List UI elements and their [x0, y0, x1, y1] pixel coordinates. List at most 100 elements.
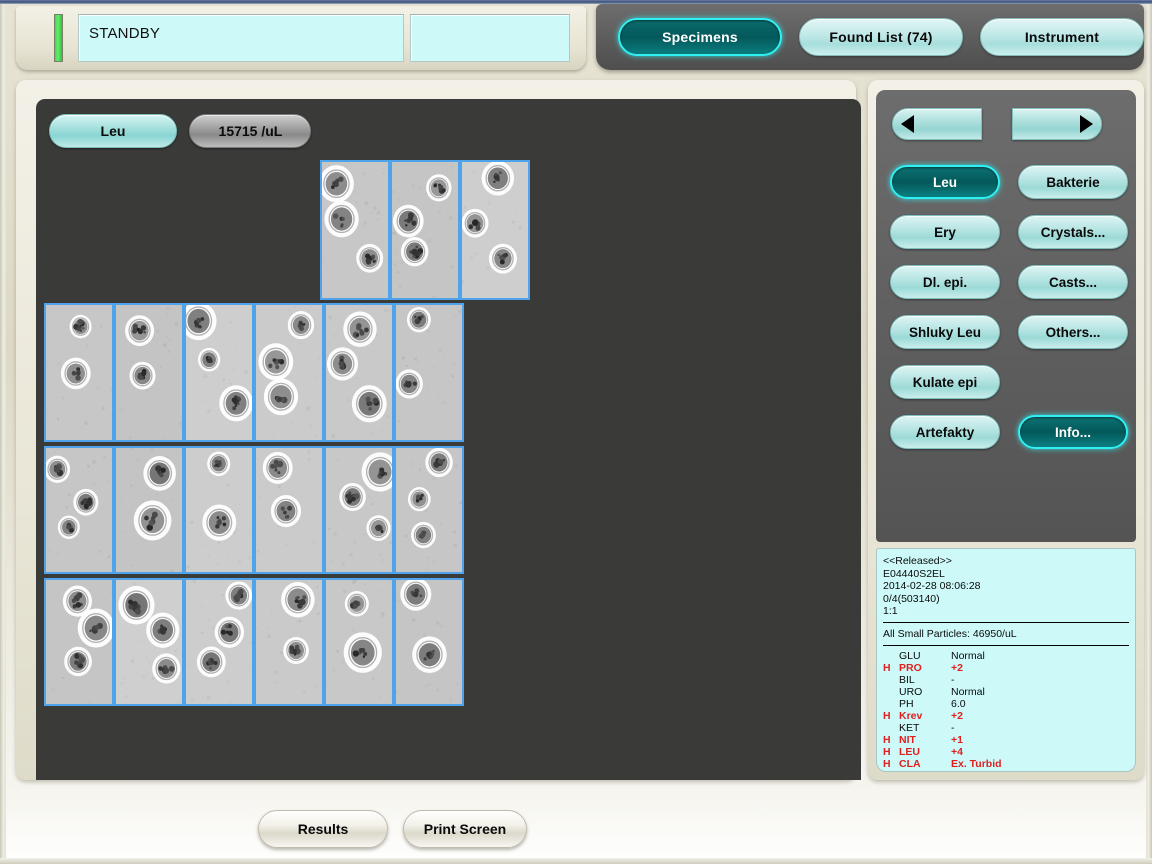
micrograph [326, 305, 392, 440]
tab-instrument[interactable]: Instrument [980, 18, 1144, 56]
cell-image-tile[interactable] [44, 446, 114, 574]
micrograph [46, 305, 112, 440]
cell-image-tile[interactable] [44, 303, 114, 442]
chemistry-flag: H [883, 662, 891, 674]
micrograph [392, 162, 458, 298]
cell-image-tile[interactable] [44, 578, 114, 706]
next-page-button[interactable] [1012, 108, 1102, 140]
chemistry-row: H CLA Ex. Turbid [883, 758, 1129, 770]
prev-page-button[interactable] [892, 108, 982, 140]
category-button-info[interactable]: Info... [1018, 415, 1128, 449]
chemistry-flag: H [883, 734, 891, 746]
specimen-info-panel: <<Released>> E04440S2EL 2014-02-28 08:06… [876, 548, 1136, 772]
category-button-shluky_leu[interactable]: Shluky Leu [890, 315, 1000, 349]
specimen-timestamp: 2014-02-28 08:06:28 [883, 580, 981, 592]
category-button-artefakty[interactable]: Artefakty [890, 415, 1000, 449]
micrograph [186, 305, 252, 440]
specimen-image-panel: Leu 15715 /uL [16, 80, 861, 780]
chemistry-row: URO Normal [883, 686, 1129, 698]
chemistry-analyte: BIL [899, 674, 915, 686]
cell-image-tile[interactable] [114, 303, 184, 442]
category-button-dl_epi[interactable]: Dl. epi. [890, 265, 1000, 299]
cell-image-tile[interactable] [394, 303, 464, 442]
micrograph [326, 448, 392, 572]
chemistry-row: GLU Normal [883, 650, 1129, 662]
window-border-left [0, 4, 6, 858]
cell-image-tile[interactable] [320, 160, 390, 300]
cell-image-tile[interactable] [114, 578, 184, 706]
concentration-value-pill: 15715 /uL [189, 114, 312, 148]
chemistry-row: H PRO +2 [883, 662, 1129, 674]
chemistry-flag: H [883, 710, 891, 722]
chemistry-value: +4 [951, 746, 963, 758]
micrograph [396, 580, 462, 704]
micrograph [322, 162, 388, 298]
category-button-leu[interactable]: Leu [890, 165, 1000, 199]
cell-image-tile[interactable] [324, 446, 394, 574]
cell-image-tile[interactable] [184, 578, 254, 706]
chemistry-analyte: LEU [899, 746, 920, 758]
chemistry-flag [883, 674, 899, 686]
cell-image-tile[interactable] [394, 446, 464, 574]
category-button-group: Leu Bakterie Ery Crystals... Dl. epi. Casts..… [876, 90, 1136, 542]
chemistry-analyte: NIT [899, 734, 916, 746]
status-field-aux [410, 14, 570, 62]
micrograph [256, 448, 322, 572]
chemistry-value: - [951, 722, 955, 734]
chemistry-row: PH 6.0 [883, 698, 1129, 710]
triangle-left-icon [901, 115, 914, 133]
results-button[interactable]: Results [258, 810, 388, 848]
cell-image-tile[interactable] [390, 160, 460, 300]
chemistry-value: Ex. Turbid [951, 758, 1002, 770]
cell-image-tile[interactable] [254, 303, 324, 442]
tab-found-list[interactable]: Found List (74) [799, 18, 963, 56]
cell-image-tile[interactable] [254, 578, 324, 706]
top-bar: STANDBY Specimens Found List (74) Instru… [8, 4, 1144, 74]
micrograph [326, 580, 392, 704]
micrograph [396, 305, 462, 440]
specimen-dilution: 1:1 [883, 605, 898, 617]
chemistry-flag [883, 722, 899, 734]
class-label-pill[interactable]: Leu [49, 114, 177, 148]
cell-image-tile[interactable] [114, 446, 184, 574]
released-marker: <<Released>> [883, 555, 952, 567]
cell-image-tile[interactable] [394, 578, 464, 706]
micrograph [116, 448, 182, 572]
chemistry-analyte: Krev [899, 710, 923, 722]
print-screen-button[interactable]: Print Screen [403, 810, 527, 848]
tab-bar: Specimens Found List (74) Instrument [596, 4, 1144, 70]
cell-image-tile[interactable] [254, 446, 324, 574]
category-button-kulate_epi[interactable]: Kulate epi [890, 365, 1000, 399]
status-indicator-bar [54, 14, 63, 62]
specimen-header: <<Released>> E04440S2EL 2014-02-28 08:06… [883, 555, 1129, 618]
micrograph [396, 448, 462, 572]
chemistry-analyte: CLA [899, 758, 921, 770]
chemistry-flag [883, 650, 899, 662]
category-button-crystals[interactable]: Crystals... [1018, 215, 1128, 249]
sidebar-panel: Leu Bakterie Ery Crystals... Dl. epi. Casts..… [868, 80, 1144, 780]
divider-1 [883, 621, 1129, 623]
chemistry-value: Normal [951, 686, 985, 698]
cell-image-tile[interactable] [460, 160, 530, 300]
micrograph [46, 580, 112, 704]
chemistry-value: +2 [951, 662, 963, 674]
category-button-ery[interactable]: Ery [890, 215, 1000, 249]
cell-image-tile[interactable] [184, 446, 254, 574]
chemistry-analyte: PRO [899, 662, 922, 674]
chemistry-flag: H [883, 758, 891, 770]
cell-image-tile[interactable] [324, 578, 394, 706]
tab-specimens[interactable]: Specimens [618, 18, 782, 56]
chemistry-analyte: KET [899, 722, 920, 734]
cell-image-grid[interactable]: Leu 15715 /uL [36, 99, 861, 780]
cell-image-tile[interactable] [184, 303, 254, 442]
micrograph [462, 162, 528, 298]
category-button-casts[interactable]: Casts... [1018, 265, 1128, 299]
category-button-others[interactable]: Others... [1018, 315, 1128, 349]
chemistry-row: KET - [883, 722, 1129, 734]
chemistry-row: BIL - [883, 674, 1129, 686]
all-small-particles: All Small Particles: 46950/uL [883, 627, 1017, 640]
category-button-bakterie[interactable]: Bakterie [1018, 165, 1128, 199]
cell-image-tile[interactable] [324, 303, 394, 442]
specimen-sequence: 0/4(503140) [883, 592, 940, 605]
chemistry-value: Normal [951, 650, 985, 662]
